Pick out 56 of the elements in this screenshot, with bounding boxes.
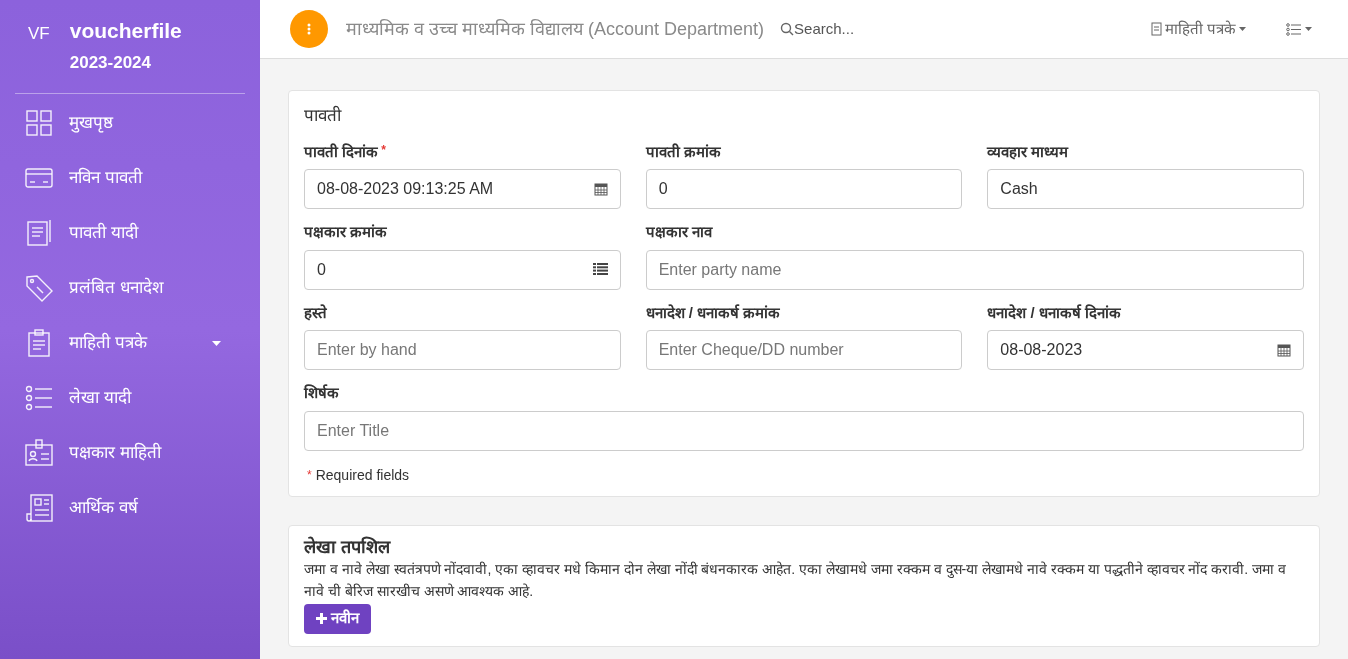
newspaper-icon xyxy=(25,494,53,522)
id-badge-icon xyxy=(25,439,53,467)
logo-mark: VF xyxy=(28,23,50,45)
field-label: पावती क्रमांक xyxy=(645,141,721,162)
search-icon xyxy=(780,22,795,36)
document-icon xyxy=(1150,22,1162,36)
sidebar-item[interactable]: आर्थिक वर्ष xyxy=(15,480,245,536)
school-title: माध्यमिक व उच्च माध्यमिक विद्यालय (Account Department) xyxy=(346,17,765,41)
field-label: व्यवहार माध्यम xyxy=(987,141,1069,162)
field-label: शिर्षक xyxy=(304,383,339,403)
clipboard-icon xyxy=(25,329,53,357)
required-note: Required fields xyxy=(315,465,410,485)
input-field[interactable]: 08-08-2023 xyxy=(987,330,1304,370)
field-label: धनादेश / धनाकर्ष क्रमांक xyxy=(645,302,781,323)
sidebar-item[interactable]: माहिती पत्रके xyxy=(15,315,245,371)
caret-icon xyxy=(1305,27,1312,31)
sidebar-item[interactable]: पावती यादी xyxy=(15,205,245,261)
input-field[interactable]: 0 xyxy=(304,249,621,290)
sidebar-item[interactable]: पक्षकार माहिती xyxy=(15,425,245,481)
field-label: हस्ते xyxy=(304,302,327,323)
list-icon xyxy=(1286,22,1302,36)
list-icon xyxy=(592,262,608,275)
field-label: पक्षकार क्रमांक xyxy=(304,222,388,242)
plus-icon xyxy=(316,613,327,624)
app-name: voucherfile xyxy=(69,18,182,44)
input-field[interactable]: Enter Title xyxy=(304,410,1304,451)
input-field[interactable]: 0 xyxy=(645,169,963,209)
field-label: धनादेश / धनाकर्ष दिनांक xyxy=(987,302,1121,323)
caret-icon xyxy=(1239,27,1246,31)
grid-icon xyxy=(25,109,53,137)
required-asterisk: * xyxy=(307,467,312,484)
add-button[interactable]: नवीन xyxy=(304,603,371,634)
vertical-dots-icon xyxy=(307,23,311,35)
instructions-text: जमा व नावे लेखा स्वतंत्रपणे नोंदवावी, एका व्हावचर मधे किमान दोन लेखा नोंदी बंधनकारक आहेत. एका लेखामधे जमा रक्कम व दुस-या लेखामधे नावे रक्कम या पद्धतीने व्हावचर नोंद करावी. जमा व नावे ची बेरिज सारखीच असणे आवश्यक आहे. xyxy=(304,559,1288,601)
input-field[interactable]: Cash xyxy=(987,169,1304,209)
reports-menu[interactable]: माहिती पत्रके xyxy=(1150,17,1246,41)
sidebar-item[interactable]: नविन पावती xyxy=(15,150,245,206)
card-title: लेखा तपशिल xyxy=(304,535,392,558)
input-field[interactable]: Enter party name xyxy=(645,249,1304,290)
field-label: पावती दिनांक * xyxy=(304,141,386,162)
tag-icon xyxy=(25,274,53,302)
input-field[interactable]: 08-08-2023 09:13:25 AM xyxy=(304,169,621,209)
sidebar-item[interactable]: प्रलंबित धनादेश xyxy=(15,260,245,316)
fiscal-year: 2023-2024 xyxy=(69,52,153,74)
input-field[interactable]: Enter Cheque/DD number xyxy=(645,330,963,370)
calendar-icon xyxy=(1277,343,1291,357)
list-icon xyxy=(25,384,53,412)
sidebar-item[interactable]: लेखा यादी xyxy=(15,370,245,426)
search-field[interactable]: Search... xyxy=(794,17,925,41)
calendar-icon xyxy=(593,182,608,196)
list-menu-button[interactable] xyxy=(1286,22,1312,36)
document-icon xyxy=(25,219,53,247)
field-label: पक्षकार नाव xyxy=(645,222,712,242)
card-title: पावती xyxy=(304,104,343,127)
input-field[interactable]: Enter by hand xyxy=(304,330,621,370)
sidebar-item[interactable]: मुखपृष्ठ xyxy=(15,95,245,151)
